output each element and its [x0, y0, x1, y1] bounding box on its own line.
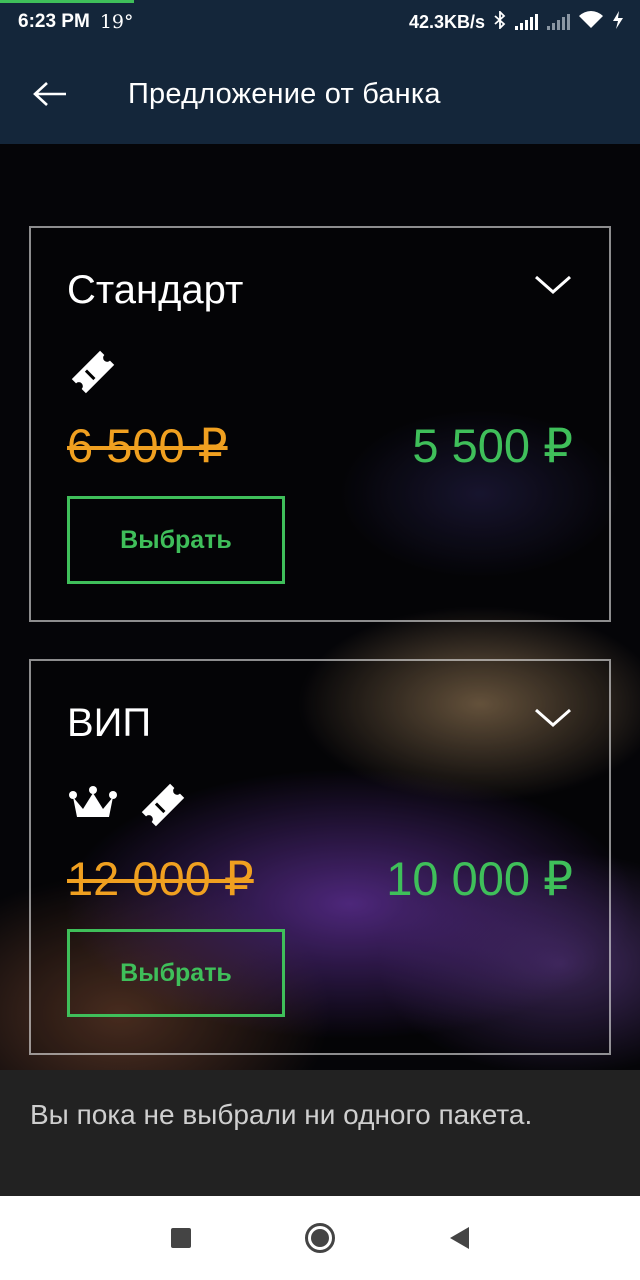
- app-bar: Предложение от банка: [0, 44, 640, 144]
- recents-button[interactable]: [164, 1221, 198, 1255]
- chevron-down-icon[interactable]: [533, 701, 573, 733]
- back-triangle-icon: [450, 1227, 469, 1249]
- select-button[interactable]: Выбрать: [67, 496, 285, 584]
- status-progress-indicator: [0, 0, 134, 3]
- bluetooth-icon: [494, 9, 506, 34]
- package-card-vip: ВИП 12 000 ₽ 10 000 ₽ Выбрать: [29, 659, 611, 1055]
- page-title: Предложение от банка: [128, 77, 441, 110]
- ticket-icon: [141, 783, 185, 827]
- new-price: 5 500 ₽: [412, 419, 573, 472]
- arrow-left-icon: [33, 82, 66, 106]
- new-price: 10 000 ₽: [386, 852, 573, 905]
- old-price: 6 500 ₽: [67, 419, 228, 472]
- snackbar-message: Вы пока не выбрали ни одного пакета.: [30, 1099, 533, 1130]
- package-card-standard: Стандарт 6 500 ₽ 5 500 ₽ Выбрать: [29, 226, 611, 622]
- crown-icon: [69, 786, 117, 817]
- package-name: ВИП: [67, 701, 152, 745]
- system-nav-bar: [0, 1196, 640, 1280]
- old-price: 12 000 ₽: [67, 852, 254, 905]
- select-button[interactable]: Выбрать: [67, 929, 285, 1017]
- package-name: Стандарт: [67, 268, 244, 312]
- wifi-icon: [579, 10, 603, 34]
- charging-icon: [612, 10, 624, 34]
- status-bar: 6:23 PM 19° 42.3KB/s: [0, 0, 640, 44]
- packages-list: Стандарт 6 500 ₽ 5 500 ₽ Выбрать ВИП 12 …: [0, 144, 640, 1070]
- ticket-icon: [71, 350, 115, 394]
- status-network-speed: 42.3KB/s: [408, 11, 485, 32]
- recents-square-icon: [171, 1228, 191, 1248]
- nav-back-button[interactable]: [442, 1221, 476, 1255]
- snackbar: Вы пока не выбрали ни одного пакета.: [0, 1070, 640, 1196]
- signal-icon: [515, 14, 538, 30]
- back-button[interactable]: [0, 44, 100, 144]
- status-temperature: 19°: [99, 11, 134, 33]
- status-time: 6:23 PM: [18, 11, 90, 32]
- chevron-down-icon[interactable]: [533, 268, 573, 300]
- signal-off-icon: [547, 14, 570, 30]
- home-circle-icon: [305, 1223, 335, 1253]
- home-button[interactable]: [303, 1221, 337, 1255]
